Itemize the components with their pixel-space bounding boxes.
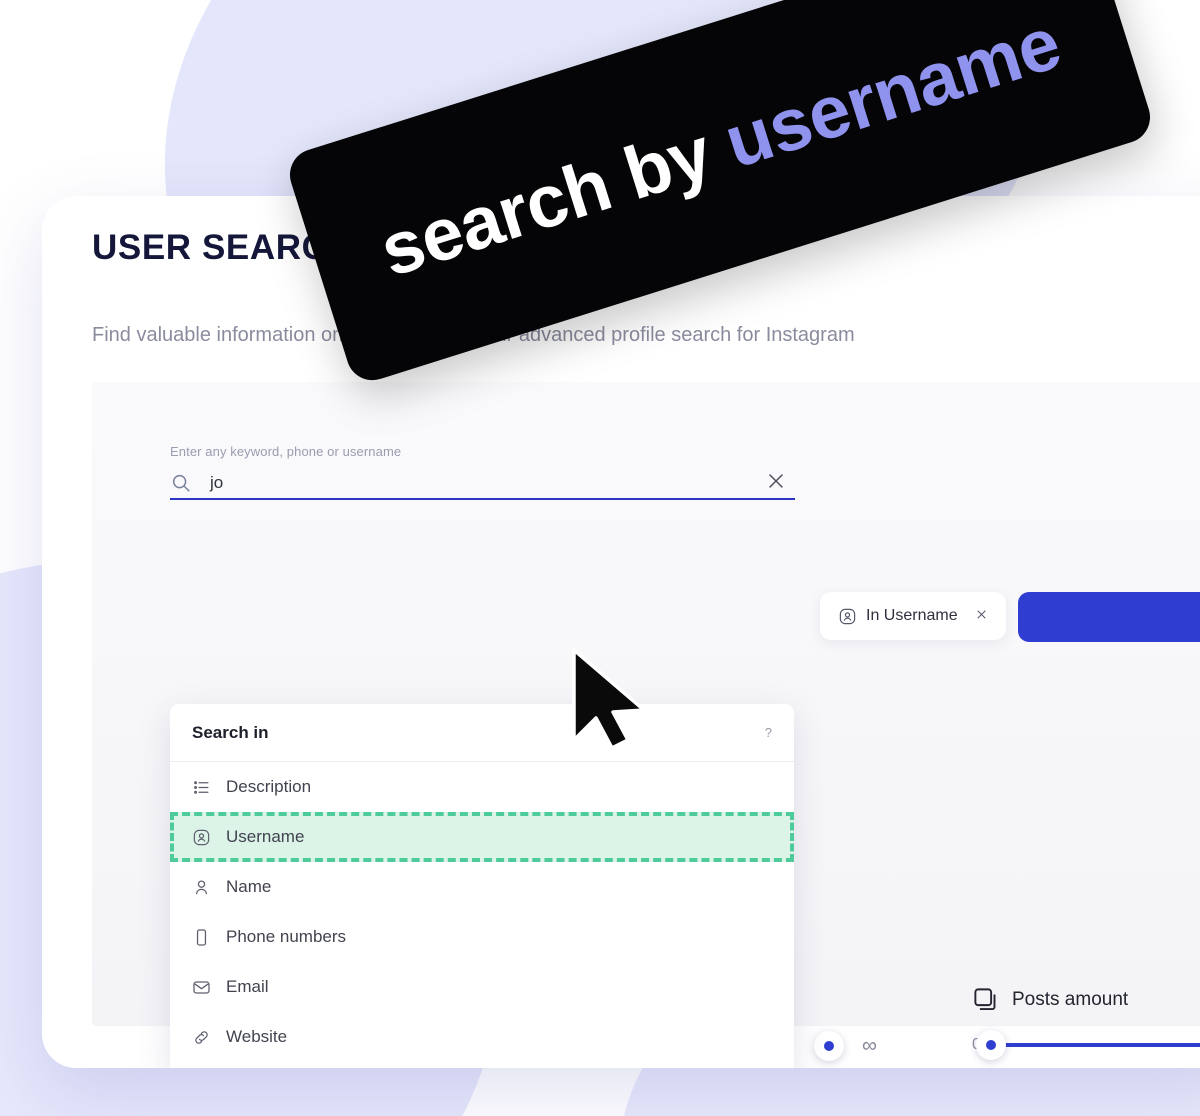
- search-in-dropdown-header: Search in ?: [170, 704, 794, 762]
- posts-amount-slider[interactable]: 0: [972, 1030, 1200, 1060]
- filter-chip-remove-icon[interactable]: [975, 608, 988, 625]
- search-input[interactable]: jo: [210, 473, 223, 493]
- username-badge-icon: [838, 607, 857, 626]
- dropdown-item-label: Username: [226, 827, 305, 846]
- person-icon: [192, 878, 211, 897]
- promo-badge-word-2: username: [714, 0, 1070, 184]
- list-icon: [192, 778, 211, 797]
- posts-amount-slider-thumb[interactable]: [975, 1030, 1006, 1060]
- posts-amount-label: Posts amount: [1012, 988, 1129, 1010]
- search-submit-button[interactable]: [1018, 592, 1200, 642]
- posts-amount-filter: Posts amount 0: [972, 986, 1200, 1060]
- posts-amount-header: Posts amount: [972, 986, 1200, 1013]
- dropdown-item-label: Name: [226, 877, 272, 896]
- dropdown-item-username[interactable]: Username: [170, 812, 794, 862]
- dropdown-item-website[interactable]: Website: [170, 1012, 794, 1062]
- dropdown-item-email[interactable]: Email: [170, 962, 794, 1012]
- search-field: Enter any keyword, phone or username jo: [170, 444, 795, 500]
- posts-amount-slider-track[interactable]: [975, 1030, 1200, 1060]
- dropdown-item-name[interactable]: Name: [170, 862, 794, 912]
- dropdown-item-description[interactable]: Description: [170, 762, 794, 812]
- posts-stack-icon: [972, 986, 999, 1013]
- search-icon: [170, 472, 192, 494]
- followers-slider-max-label: ∞: [862, 1034, 877, 1057]
- filter-chip-in-username[interactable]: In Username: [820, 592, 1006, 640]
- search-in-dropdown: Search in ? Description Username Name Ph…: [170, 704, 794, 1068]
- clear-search-icon[interactable]: [765, 470, 787, 492]
- promo-badge-word-1: search by: [370, 110, 721, 292]
- dropdown-item-label: Phone numbers: [226, 927, 347, 946]
- search-in-dropdown-title: Search in: [192, 722, 269, 742]
- search-input-wrapper[interactable]: jo: [170, 468, 795, 500]
- phone-icon: [192, 928, 211, 947]
- envelope-icon: [192, 978, 211, 997]
- help-icon[interactable]: ?: [765, 725, 772, 740]
- link-icon: [192, 1028, 211, 1047]
- filter-chip-label: In Username: [866, 607, 958, 624]
- dropdown-item-label: Email: [226, 977, 269, 996]
- dropdown-item-label: Description: [226, 777, 312, 796]
- dropdown-item-phone-numbers[interactable]: Phone numbers: [170, 912, 794, 962]
- main-card: USER SEARCH ON INSTAGRAM Find valuable i…: [42, 196, 1200, 1068]
- search-input-label: Enter any keyword, phone or username: [170, 444, 402, 459]
- username-badge-icon: [192, 828, 211, 847]
- followers-slider-thumb[interactable]: [814, 1031, 844, 1061]
- dropdown-item-label: Website: [226, 1027, 288, 1046]
